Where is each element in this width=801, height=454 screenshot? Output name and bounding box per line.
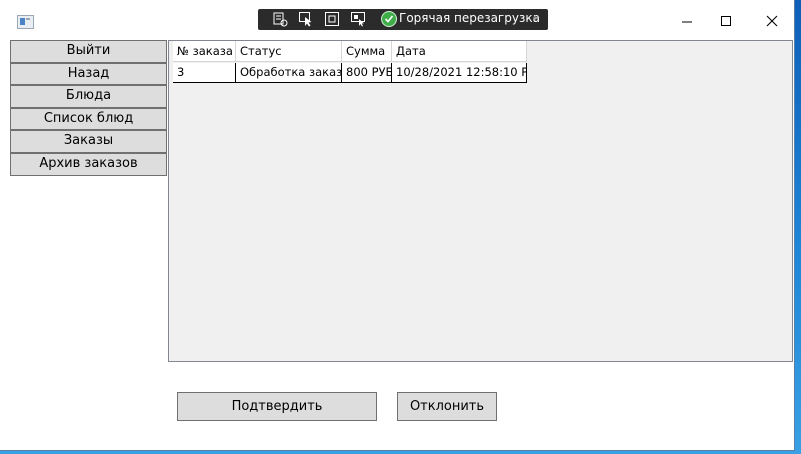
orders-table[interactable]: № заказа Статус Сумма Дата 3 Обработка з… bbox=[168, 40, 793, 362]
cell-date[interactable]: 10/28/2021 12:58:10 PM bbox=[392, 63, 527, 82]
select-element-icon[interactable] bbox=[298, 11, 314, 27]
hot-reload-label[interactable]: Горячая перезагрузка bbox=[399, 11, 540, 25]
confirm-button[interactable]: Подтвердить bbox=[177, 392, 377, 421]
sidebar-item-exit[interactable]: Выйти bbox=[10, 40, 167, 63]
cell-amount[interactable]: 800 РУБ bbox=[342, 63, 392, 82]
collapse-chevron-icon[interactable]: ‹ bbox=[532, 11, 537, 26]
reject-button[interactable]: Отклонить bbox=[397, 392, 497, 421]
column-header-date[interactable]: Дата bbox=[392, 41, 527, 62]
close-icon bbox=[766, 15, 778, 27]
sidebar-item-order-archive[interactable]: Архив заказов bbox=[10, 152, 167, 176]
column-header-status[interactable]: Статус bbox=[236, 41, 342, 62]
debug-toolbar: Горячая перезагрузка ‹ bbox=[258, 9, 548, 30]
table-header: № заказа Статус Сумма Дата bbox=[173, 41, 527, 62]
sidebar-nav: Выйти Назад Блюда Список блюд Заказы Арх… bbox=[10, 40, 167, 176]
track-focus-icon[interactable] bbox=[350, 11, 366, 27]
cell-order-number[interactable]: 3 bbox=[173, 63, 236, 82]
sidebar-item-back[interactable]: Назад bbox=[10, 62, 167, 86]
hot-reload-check-icon bbox=[381, 11, 397, 27]
live-visual-tree-icon[interactable] bbox=[272, 11, 288, 27]
close-button[interactable] bbox=[748, 0, 794, 40]
cell-status[interactable]: Обработка заказа bbox=[236, 63, 342, 82]
app-icon bbox=[17, 15, 34, 29]
sidebar-item-orders[interactable]: Заказы bbox=[10, 130, 167, 153]
minimize-icon bbox=[682, 21, 692, 23]
column-header-order-number[interactable]: № заказа bbox=[173, 41, 236, 62]
display-adorners-icon[interactable] bbox=[324, 11, 340, 27]
title-bar[interactable]: Горячая перезагрузка ‹ bbox=[0, 0, 794, 40]
sidebar-item-dish-list[interactable]: Список блюд bbox=[10, 107, 167, 131]
sidebar-item-dishes[interactable]: Блюда bbox=[10, 85, 167, 108]
column-header-amount[interactable]: Сумма bbox=[342, 41, 392, 62]
maximize-button[interactable] bbox=[702, 0, 748, 40]
app-window: Горячая перезагрузка ‹ Выйти Назад Блюда… bbox=[0, 0, 794, 450]
maximize-icon bbox=[721, 16, 731, 26]
table-row[interactable]: 3 Обработка заказа 800 РУБ 10/28/2021 12… bbox=[173, 63, 527, 83]
